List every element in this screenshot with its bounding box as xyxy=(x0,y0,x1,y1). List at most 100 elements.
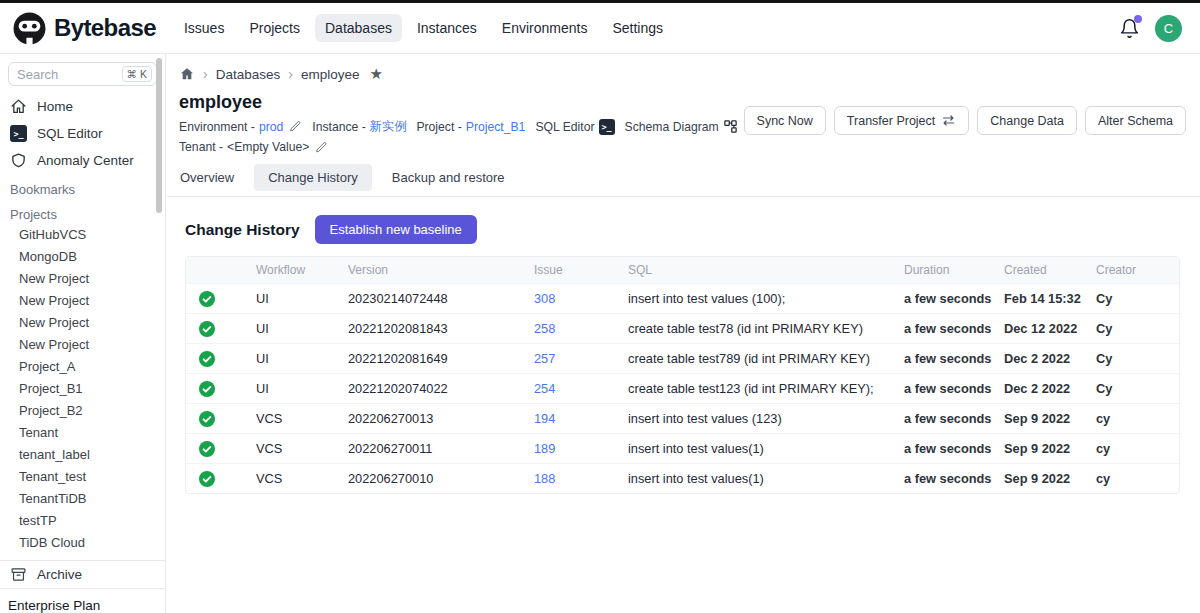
avatar[interactable]: C xyxy=(1155,15,1182,42)
shield-icon xyxy=(10,152,27,169)
breadcrumb-databases[interactable]: Databases xyxy=(216,67,281,82)
project-item-new-project[interactable]: New Project xyxy=(0,290,165,312)
row-issue: 258 xyxy=(522,314,616,344)
schema-diagram-icon xyxy=(723,119,738,134)
project-item-mongodb[interactable]: MongoDB xyxy=(0,246,165,268)
column-header-creator: Creator xyxy=(1084,257,1179,284)
column-header-status xyxy=(186,257,244,284)
sidebar-item-home[interactable]: Home xyxy=(0,93,165,120)
project-item-tenant[interactable]: Tenant xyxy=(0,422,165,444)
row-sql: insert into test values(1) xyxy=(616,434,892,464)
instance-link[interactable]: 新实例 xyxy=(370,118,407,135)
row-issue: 194 xyxy=(522,404,616,434)
breadcrumb-employee[interactable]: employee xyxy=(301,67,360,82)
success-check-icon xyxy=(199,321,215,337)
success-check-icon xyxy=(199,381,215,397)
row-duration: a few seconds xyxy=(892,434,992,464)
table-row: VCS202206270010188insert into test value… xyxy=(186,464,1179,494)
alter-schema-button[interactable]: Alter Schema xyxy=(1085,106,1186,135)
row-sql: insert into test values (100); xyxy=(616,284,892,314)
row-creator: cy xyxy=(1084,464,1179,494)
issue-link[interactable]: 308 xyxy=(534,291,555,306)
success-check-icon xyxy=(199,411,215,427)
project-item-new-project[interactable]: New Project xyxy=(0,268,165,290)
row-status xyxy=(186,284,244,314)
meta-project: Project - Project_B1 xyxy=(416,118,525,135)
issue-link[interactable]: 257 xyxy=(534,351,555,366)
search-shortcut-badge: ⌘ K xyxy=(122,66,152,82)
sidebar-section-projects[interactable]: Projects xyxy=(0,199,165,224)
issue-link[interactable]: 194 xyxy=(534,411,555,426)
sidebar-item-anomaly-center[interactable]: Anomaly Center xyxy=(0,147,165,174)
sidebar: Search ⌘ K Home >_ SQL Editor Anomaly Ce… xyxy=(0,54,166,613)
project-item-new-project[interactable]: New Project xyxy=(0,312,165,334)
nav-item-projects[interactable]: Projects xyxy=(239,14,310,42)
project-item-project-b1[interactable]: Project_B1 xyxy=(0,378,165,400)
notifications-button[interactable] xyxy=(1119,18,1140,39)
project-item-project-b2[interactable]: Project_B2 xyxy=(0,400,165,422)
row-creator: cy xyxy=(1084,434,1179,464)
brand-logo[interactable]: Bytebase xyxy=(12,11,156,46)
table-row: UI20230214072448308insert into test valu… xyxy=(186,284,1179,314)
sidebar-scrollbar[interactable] xyxy=(156,58,162,213)
sql-editor-link[interactable]: SQL Editor >_ xyxy=(535,118,614,135)
edit-pencil-icon[interactable] xyxy=(315,141,328,154)
transfer-project-button[interactable]: Transfer Project xyxy=(834,106,969,135)
project-item-githubvcs[interactable]: GitHubVCS xyxy=(0,224,165,246)
pen-icon xyxy=(289,120,302,133)
project-item-testtp[interactable]: testTP xyxy=(0,510,165,532)
row-version: 202206270011 xyxy=(336,434,522,464)
row-status xyxy=(186,374,244,404)
table-header-row: WorkflowVersionIssueSQLDurationCreatedCr… xyxy=(186,257,1179,284)
row-created: Sep 9 2022 xyxy=(992,434,1084,464)
home-icon xyxy=(10,98,27,115)
sidebar-item-sql-editor[interactable]: >_ SQL Editor xyxy=(0,120,165,147)
row-creator: Cy xyxy=(1084,374,1179,404)
project-link[interactable]: Project_B1 xyxy=(466,120,526,134)
project-item-tidb-cloud[interactable]: TiDB Cloud xyxy=(0,532,165,554)
project-item-tenant-test[interactable]: Tenant_test xyxy=(0,466,165,488)
issue-link[interactable]: 188 xyxy=(534,471,555,486)
transfer-icon xyxy=(941,113,956,128)
table-row: UI20221202081649257create table test789 … xyxy=(186,344,1179,374)
row-workflow: VCS xyxy=(244,464,336,494)
sync-now-button[interactable]: Sync Now xyxy=(744,106,826,135)
row-sql: insert into test values (123) xyxy=(616,404,892,434)
change-data-button[interactable]: Change Data xyxy=(977,106,1077,135)
row-duration: a few seconds xyxy=(892,374,992,404)
nav-item-databases[interactable]: Databases xyxy=(315,14,402,42)
search-placeholder: Search xyxy=(17,67,122,82)
project-item-project-a[interactable]: Project_A xyxy=(0,356,165,378)
tab-backup-and-restore[interactable]: Backup and restore xyxy=(392,164,505,191)
column-header-created: Created xyxy=(992,257,1084,284)
row-duration: a few seconds xyxy=(892,344,992,374)
row-status xyxy=(186,434,244,464)
tab-overview[interactable]: Overview xyxy=(180,164,234,191)
favorite-star-icon[interactable]: ★ xyxy=(369,65,382,83)
project-item-new-project[interactable]: New Project xyxy=(0,334,165,356)
meta-instance: Instance - 新实例 xyxy=(312,118,406,135)
issue-link[interactable]: 189 xyxy=(534,441,555,456)
plan-label[interactable]: Enterprise Plan xyxy=(0,589,165,613)
issue-link[interactable]: 258 xyxy=(534,321,555,336)
establish-baseline-button[interactable]: Establish new baseline xyxy=(315,215,477,244)
search-input[interactable]: Search ⌘ K xyxy=(8,62,157,86)
nav-item-instances[interactable]: Instances xyxy=(407,14,487,42)
table-row: VCS202206270013194insert into test value… xyxy=(186,404,1179,434)
nav-item-settings[interactable]: Settings xyxy=(602,14,673,42)
environment-label: Environment - xyxy=(179,120,255,134)
nav-item-issues[interactable]: Issues xyxy=(174,14,234,42)
home-breadcrumb-icon[interactable] xyxy=(179,66,195,82)
row-version: 20221202074022 xyxy=(336,374,522,404)
project-item-tenanttidb[interactable]: TenantTiDB xyxy=(0,488,165,510)
issue-link[interactable]: 254 xyxy=(534,381,555,396)
schema-diagram-link[interactable]: Schema Diagram xyxy=(625,118,738,135)
nav-item-environments[interactable]: Environments xyxy=(492,14,598,42)
notification-dot xyxy=(1134,15,1142,23)
sidebar-section-bookmarks[interactable]: Bookmarks xyxy=(0,174,165,199)
tab-change-history[interactable]: Change History xyxy=(254,164,372,191)
sidebar-item-archive[interactable]: Archive xyxy=(0,561,165,588)
project-item-tenant-label[interactable]: tenant_label xyxy=(0,444,165,466)
environment-link[interactable]: prod xyxy=(259,120,283,134)
row-creator: cy xyxy=(1084,404,1179,434)
